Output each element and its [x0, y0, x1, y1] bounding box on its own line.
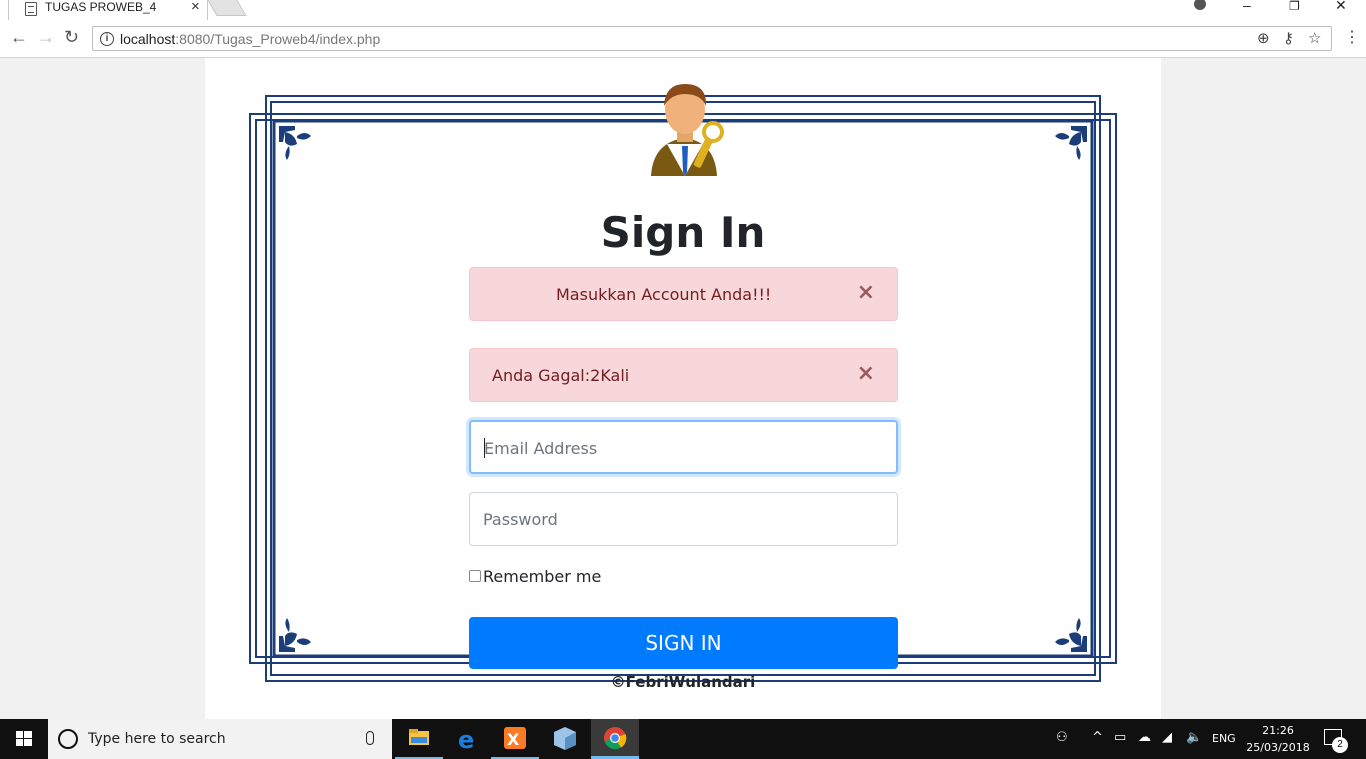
- microphone-icon[interactable]: [366, 731, 374, 745]
- email-field[interactable]: Email Address: [469, 420, 898, 474]
- page-icon: [25, 2, 37, 16]
- app-box-icon[interactable]: [541, 719, 589, 759]
- page-title: Sign In: [600, 208, 766, 257]
- address-bar[interactable]: i localhost:8080/Tugas_Proweb4/index.php…: [92, 26, 1332, 51]
- cloud-icon[interactable]: ☁: [1138, 730, 1151, 745]
- star-icon[interactable]: ☆: [1308, 29, 1321, 47]
- back-icon[interactable]: ←: [10, 27, 28, 48]
- page-content: Sign In Masukkan Account Anda!!! × Anda …: [205, 58, 1161, 719]
- edge-icon[interactable]: e: [443, 719, 491, 759]
- minimize-button[interactable]: –: [1243, 0, 1251, 13]
- password-field[interactable]: Password: [469, 492, 898, 546]
- clock-date: 25/03/2018: [1246, 741, 1310, 754]
- url-text: localhost:8080/Tugas_Proweb4/index.php: [120, 31, 381, 47]
- close-window-button[interactable]: ✕: [1335, 0, 1347, 14]
- alert-text: Anda Gagal:2Kali: [492, 366, 630, 385]
- language-indicator[interactable]: ENG: [1212, 732, 1236, 745]
- page-viewport: Sign In Masukkan Account Anda!!! × Anda …: [0, 58, 1366, 719]
- xampp-icon[interactable]: X: [491, 719, 539, 759]
- battery-icon[interactable]: ▭: [1114, 730, 1126, 745]
- tab-close-icon[interactable]: ×: [191, 0, 200, 15]
- remember-checkbox[interactable]: [469, 570, 481, 582]
- network-icon[interactable]: ◢: [1162, 730, 1172, 745]
- forward-icon[interactable]: →: [37, 27, 55, 48]
- svg-text:e: e: [458, 726, 474, 754]
- user-key-icon: [651, 84, 724, 176]
- alert-text: Masukkan Account Anda!!!: [556, 285, 772, 304]
- close-icon[interactable]: ×: [857, 282, 875, 304]
- key-icon[interactable]: ⚷: [1283, 29, 1294, 47]
- restore-button[interactable]: ❐: [1289, 0, 1300, 13]
- chrome-icon[interactable]: [591, 719, 639, 759]
- notification-badge: 2: [1332, 737, 1348, 753]
- clock-time: 21:26: [1262, 724, 1294, 737]
- people-icon[interactable]: ⚇: [1056, 730, 1068, 745]
- menu-icon[interactable]: ⋮: [1344, 27, 1360, 47]
- profile-icon[interactable]: [1194, 0, 1208, 10]
- info-icon[interactable]: i: [100, 32, 114, 46]
- browser-toolbar: ← → ↻ i localhost:8080/Tugas_Proweb4/ind…: [0, 22, 1366, 58]
- tab-tugas-proweb[interactable]: TUGAS PROWEB_4 ×: [8, 0, 208, 20]
- file-explorer-icon[interactable]: [395, 719, 443, 759]
- alert-gagal: Anda Gagal:2Kali ×: [469, 348, 898, 402]
- volume-muted-icon[interactable]: 🔈: [1186, 730, 1202, 745]
- zoom-icon[interactable]: ⊕: [1257, 29, 1270, 47]
- svg-text:X: X: [507, 730, 520, 749]
- taskbar-clock[interactable]: 21:26 25/03/2018: [1246, 722, 1310, 756]
- taskbar-search-input[interactable]: Type here to search: [48, 719, 392, 759]
- email-placeholder: Email Address: [484, 439, 598, 458]
- alert-masukkan-account: Masukkan Account Anda!!! ×: [469, 267, 898, 321]
- sign-in-button[interactable]: SIGN IN: [469, 617, 898, 669]
- new-tab-button[interactable]: [207, 0, 247, 16]
- windows-taskbar: Type here to search e X ⚇ ^ ▭ ☁ ◢ 🔈 ENG …: [0, 719, 1366, 759]
- close-icon[interactable]: ×: [857, 363, 875, 385]
- search-placeholder: Type here to search: [88, 731, 226, 747]
- remember-label[interactable]: Remember me: [483, 567, 601, 586]
- windows-start-icon[interactable]: [0, 719, 48, 759]
- reload-icon[interactable]: ↻: [64, 27, 79, 48]
- show-hidden-icons[interactable]: ^: [1092, 730, 1103, 745]
- tab-title: TUGAS PROWEB_4: [45, 0, 157, 14]
- cortana-icon: [58, 729, 78, 749]
- password-placeholder: Password: [483, 510, 558, 529]
- footer-copyright: ©FebriWulandari: [610, 673, 756, 691]
- tab-strip: TUGAS PROWEB_4 × – ❐ ✕: [0, 0, 1366, 22]
